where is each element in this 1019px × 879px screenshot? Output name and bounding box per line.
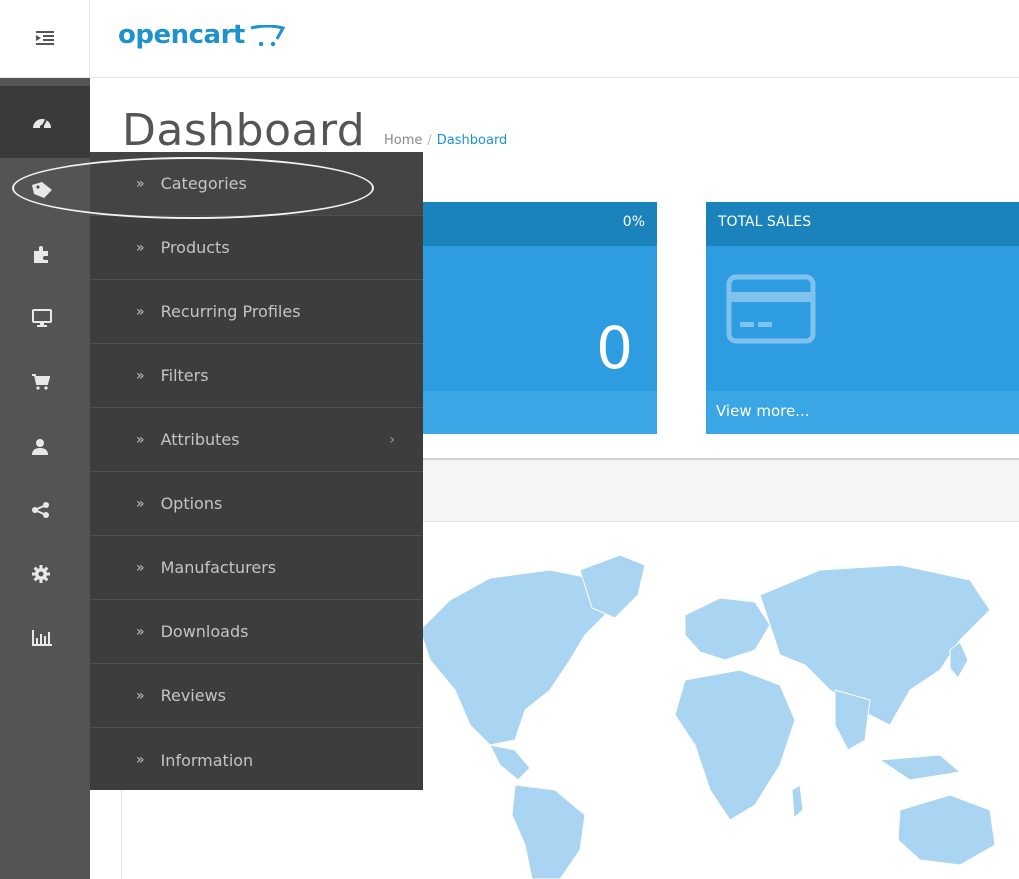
tile-header: TOTAL SALES [706,202,1019,246]
submenu-item-options[interactable]: » Options [90,472,423,536]
tile-percent: 0% [622,214,645,230]
sidebar-item-marketing[interactable] [0,478,90,542]
sidebar-item-design[interactable] [0,286,90,350]
map-japan [949,641,969,679]
opencart-logo[interactable]: opencart [118,20,286,50]
submenu-item-label: Downloads [160,622,249,641]
submenu-item-label: Categories [160,174,247,193]
submenu-item-label: Products [160,238,230,257]
total-sales-tile: TOTAL SALES View more... [706,202,1019,434]
submenu-item-label: Manufacturers [160,558,277,577]
tile-header: 0% [423,202,657,246]
gear-icon [32,565,50,583]
chevron-right-icon: » [136,175,145,192]
cart-icon [32,374,50,390]
menu-toggle-icon [35,30,54,49]
breadcrumb-home-link[interactable]: Home [384,133,422,148]
monitor-icon [32,309,52,327]
submenu-item-products[interactable]: » Products [90,216,423,280]
content-border [121,790,122,879]
submenu-item-manufacturers[interactable]: » Manufacturers [90,536,423,600]
tile-footer[interactable] [423,391,657,434]
tile-body: 0 [423,246,657,391]
submenu-item-filters[interactable]: » Filters [90,344,423,408]
orders-tile: 0% 0 [423,202,657,434]
map-north-america [419,569,611,746]
sidebar-item-dashboard[interactable] [0,86,90,158]
chevron-right-icon: » [136,431,145,448]
breadcrumb-separator: / [427,133,432,148]
top-header: opencart [0,0,1019,78]
sidebar-item-system[interactable] [0,542,90,606]
dashboard-page: opencart Dashboard Home / Dashboard 0% 0… [0,0,1019,879]
chevron-right-icon: » [136,495,145,512]
chevron-right-icon: » [136,687,145,704]
sidebar-item-catalog[interactable] [0,158,90,222]
sidebar-item-reports[interactable] [0,606,90,670]
breadcrumb: Home / Dashboard [384,133,507,148]
user-icon [32,438,48,455]
tag-icon [32,182,54,198]
tile-value: 0 [596,314,633,382]
tile-body [706,246,1019,391]
map-australia [897,794,996,866]
breadcrumb-dashboard-link[interactable]: Dashboard [437,133,508,148]
logo-text: opencart [118,20,245,50]
map-africa [674,669,796,821]
credit-card-icon [726,274,816,348]
sidebar-icons [0,78,90,879]
sidebar-item-sales[interactable] [0,350,90,414]
map-madagascar [791,784,804,820]
map-indonesia [878,754,962,781]
chevron-right-icon: » [136,752,145,768]
map-india [834,689,871,751]
submenu-item-label: Attributes [160,430,240,449]
submenu-item-categories[interactable]: » Categories [90,152,423,216]
map-south-america [511,784,586,879]
catalog-submenu: » Categories » Products » Recurring Profile… [90,152,423,790]
submenu-item-label: Filters [160,366,209,385]
view-more-link[interactable]: View more... [706,391,1019,434]
map-central-america [489,744,531,781]
submenu-item-attributes[interactable]: » Attributes › [90,408,423,472]
chevron-right-icon: » [136,367,145,384]
map-panel-header [423,460,1019,522]
submenu-item-label: Recurring Profiles [160,302,301,321]
bar-chart-icon [32,630,52,646]
chevron-right-icon: » [136,303,145,320]
puzzle-icon [32,245,50,263]
page-title: Dashboard [122,105,366,156]
submenu-item-label: Reviews [160,686,226,705]
submenu-item-information[interactable]: » Information [90,728,423,792]
map-europe [684,597,771,661]
submenu-item-label: Information [160,750,254,770]
chevron-right-icon: » [136,559,145,576]
submenu-item-recurring-profiles[interactable]: » Recurring Profiles [90,280,423,344]
menu-toggle-button[interactable] [0,0,90,78]
sidebar-item-extensions[interactable] [0,222,90,286]
submenu-item-reviews[interactable]: » Reviews [90,664,423,728]
sidebar-item-customers[interactable] [0,414,90,478]
submenu-item-label: Options [160,494,223,513]
dashboard-icon [32,114,52,130]
share-icon [32,502,50,518]
submenu-arrow-icon: › [389,431,395,448]
chevron-right-icon: » [136,623,145,640]
logo-cart-icon [250,24,286,46]
submenu-item-downloads[interactable]: » Downloads [90,600,423,664]
chevron-right-icon: » [136,239,145,256]
